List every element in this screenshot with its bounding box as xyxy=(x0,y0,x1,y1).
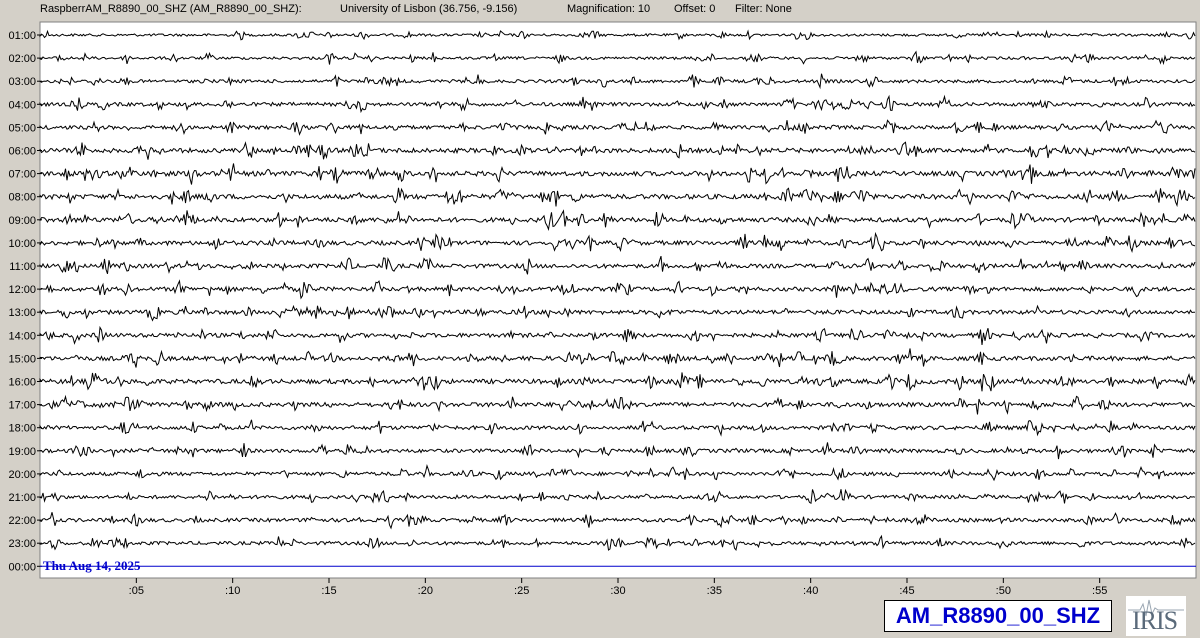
station-label-box: AM_R8890_00_SHZ xyxy=(884,600,1112,632)
location-label: University of Lisbon (36.756, -9.156) xyxy=(340,3,518,15)
row-label: 07:00 xyxy=(8,169,36,181)
offset-label: Offset: 0 xyxy=(674,3,716,15)
row-label: 20:00 xyxy=(8,469,36,481)
x-tick-label: :15 xyxy=(321,585,336,597)
row-label: 12:00 xyxy=(8,284,36,296)
row-label: 14:00 xyxy=(8,330,36,342)
row-label: 15:00 xyxy=(8,353,36,365)
helicorder-plot: 01:00 02:00 03:00 04:00 05:00 06:00 07:00 08:00… xyxy=(8,21,1197,597)
row-label: 03:00 xyxy=(8,76,36,88)
row-label: 18:00 xyxy=(8,423,36,435)
x-tick-label: :25 xyxy=(514,585,529,597)
row-label: 05:00 xyxy=(8,122,36,134)
x-tick-label: :45 xyxy=(899,585,914,597)
x-tick-label: :10 xyxy=(225,585,240,597)
row-label: 16:00 xyxy=(8,377,36,389)
row-label: 23:00 xyxy=(8,538,36,550)
row-label: 10:00 xyxy=(8,238,36,250)
header-bar: RaspberrAM_R8890_00_SHZ (AM_R8890_00_SHZ… xyxy=(0,0,1200,20)
row-label: 01:00 xyxy=(8,30,36,42)
x-tick-label: :30 xyxy=(610,585,625,597)
row-label: 13:00 xyxy=(8,307,36,319)
row-label: 19:00 xyxy=(8,446,36,458)
row-label: 17:00 xyxy=(8,400,36,412)
x-tick-label: :55 xyxy=(1092,585,1107,597)
row-label: 11:00 xyxy=(9,261,36,273)
station-title: RaspberrAM_R8890_00_SHZ (AM_R8890_00_SHZ… xyxy=(40,3,302,15)
row-label: 06:00 xyxy=(8,146,36,158)
row-label: 00:00 xyxy=(8,561,36,573)
x-tick-label: :40 xyxy=(803,585,818,597)
x-tick-label: :05 xyxy=(129,585,144,597)
row-label: 02:00 xyxy=(8,53,36,65)
x-axis-ticks: :05 :10 :15 :20 :25 :30 :35 :40 :45 :50 :55 xyxy=(129,578,1107,597)
row-label: 08:00 xyxy=(8,192,36,204)
row-label: 21:00 xyxy=(8,492,36,504)
logo-text: IRIS xyxy=(1132,606,1178,635)
iris-logo: IRIS xyxy=(1126,596,1186,636)
x-tick-label: :35 xyxy=(707,585,722,597)
x-tick-label: :50 xyxy=(996,585,1011,597)
row-label: 04:00 xyxy=(8,99,36,111)
row-label: 22:00 xyxy=(8,515,36,527)
filter-label: Filter: None xyxy=(735,3,792,15)
row-label: 09:00 xyxy=(8,215,36,227)
x-tick-label: :20 xyxy=(418,585,433,597)
date-label: Thu Aug 14, 2025 xyxy=(43,558,141,573)
magnification-label: Magnification: 10 xyxy=(567,3,651,15)
